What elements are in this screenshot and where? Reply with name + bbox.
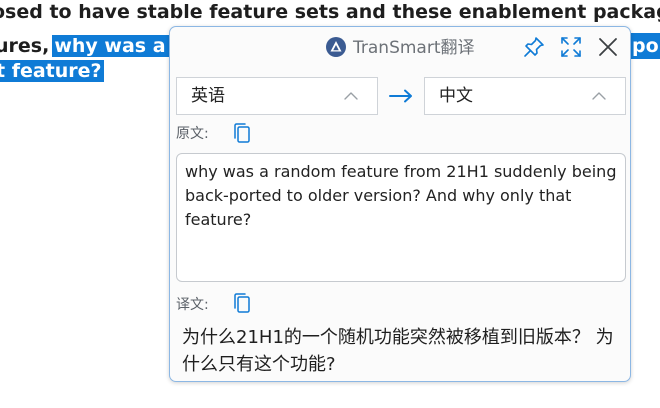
translated-text: 为什么21H1的一个随机功能突然被移植到旧版本？ 为什么只有这个功能?	[182, 327, 614, 375]
source-language-label: 英语	[191, 86, 225, 106]
selected-text-fragment-right[interactable]: po	[630, 33, 660, 59]
translated-text-label: 译文:	[176, 297, 209, 313]
expand-icon[interactable]	[559, 35, 583, 59]
article-line-2: ures, why was a ra	[0, 33, 197, 59]
article-line-3: t feature?	[0, 58, 104, 84]
source-text-label: 原文:	[176, 126, 209, 142]
pin-icon[interactable]	[522, 35, 546, 59]
close-icon[interactable]	[596, 35, 620, 59]
copy-source-icon[interactable]	[232, 122, 252, 144]
translator-popup: TranSmart翻译 英语 中文 原文: why was a random f…	[169, 26, 631, 382]
selected-text-fragment-end[interactable]: t feature?	[0, 60, 104, 82]
chevron-up-icon	[344, 92, 358, 100]
target-language-select[interactable]: 中文	[424, 77, 626, 115]
source-language-select[interactable]: 英语	[176, 77, 378, 115]
copy-translation-icon[interactable]	[232, 292, 252, 314]
arrow-right-icon[interactable]	[388, 86, 414, 106]
target-language-label: 中文	[439, 86, 473, 106]
article-line-1: osed to have stable feature sets and the…	[0, 1, 660, 23]
screen: osed to have stable feature sets and the…	[0, 0, 660, 408]
popup-titlebar[interactable]: TranSmart翻译	[170, 27, 630, 67]
chevron-up-icon	[592, 92, 606, 100]
article-line-2-plain: ures,	[0, 35, 50, 57]
source-text-area[interactable]: why was a random feature from 21H1 sudde…	[176, 153, 626, 282]
app-title: TranSmart翻译	[353, 38, 475, 58]
transmart-logo-icon	[326, 37, 346, 57]
